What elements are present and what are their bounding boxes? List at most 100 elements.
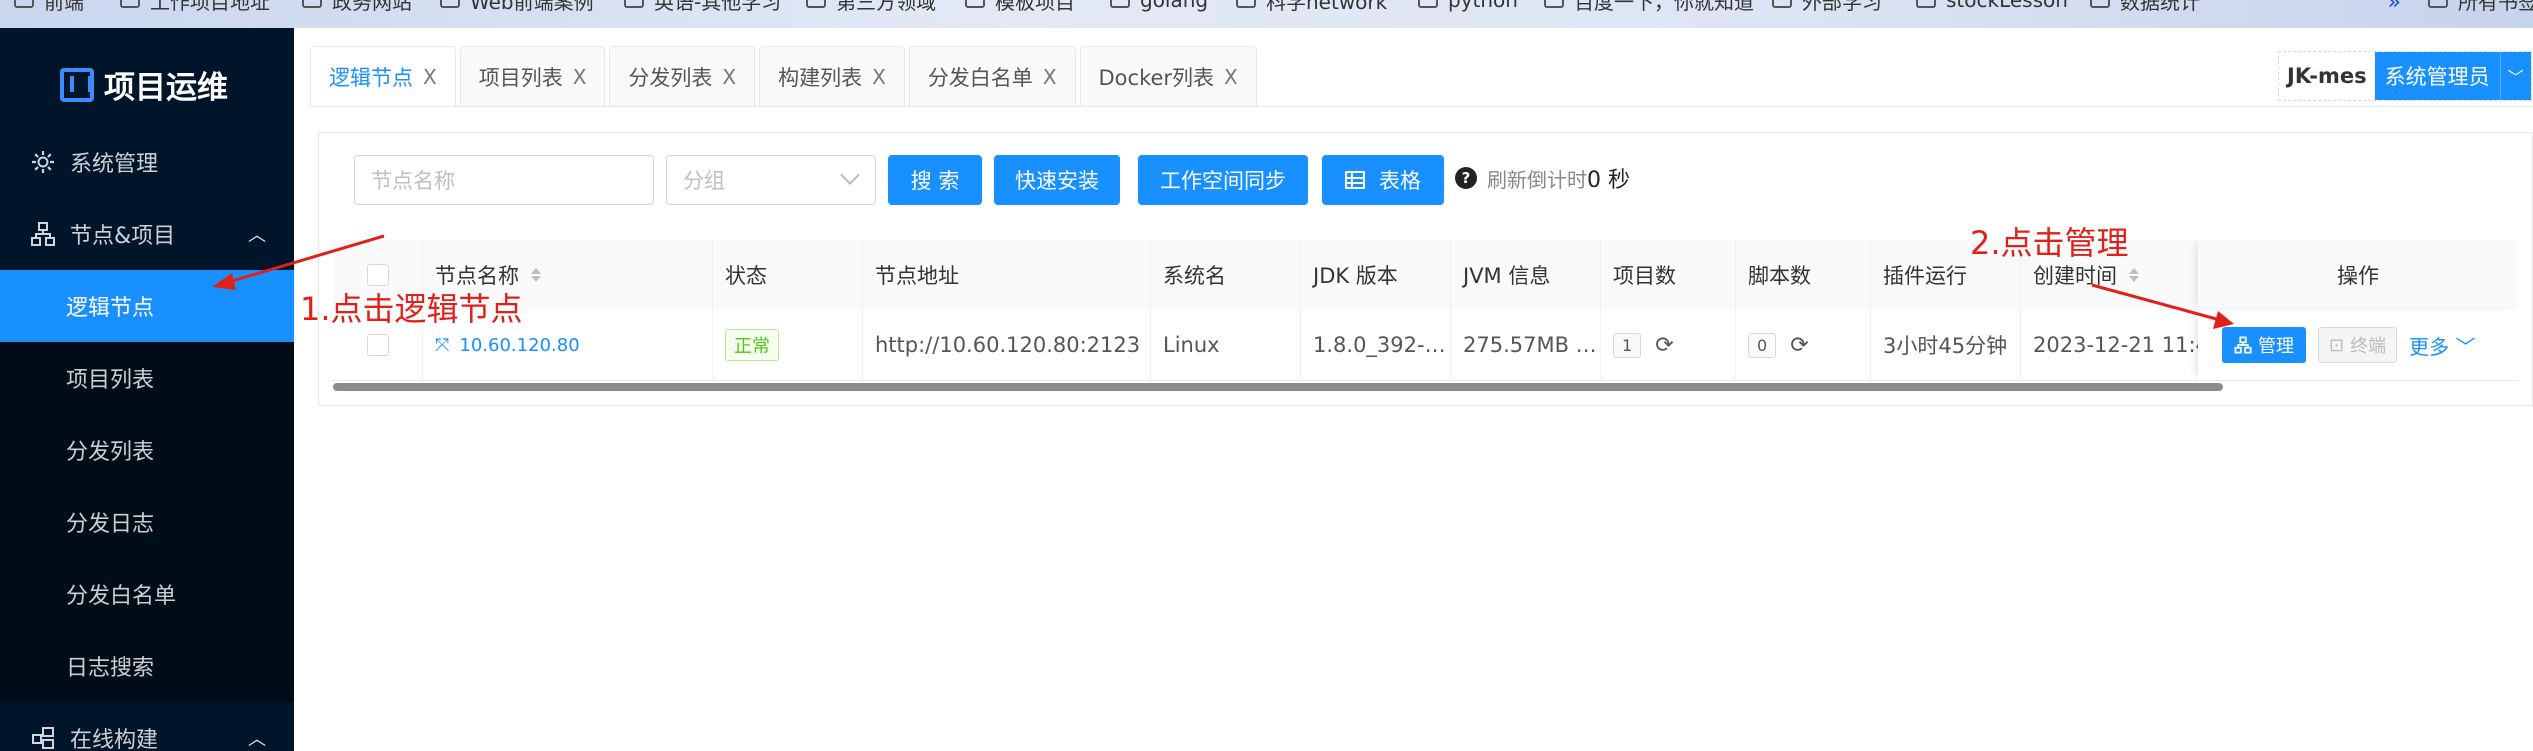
cell-projects: 1 ⟳	[1601, 310, 1736, 380]
sidebar-item-log-search[interactable]: 日志搜索	[0, 630, 294, 702]
bookmark-item[interactable]: 前端	[14, 0, 84, 14]
app-logo[interactable]: 项目运维	[60, 62, 228, 107]
group-select[interactable]: 分组	[666, 155, 876, 205]
refresh-value: 0 秒	[1587, 168, 1630, 193]
sidebar-item-dispatch-list[interactable]: 分发列表	[0, 414, 294, 486]
build-icon	[30, 725, 56, 751]
sidebar: 项目运维 系统管理 节点&项目 ︿ 逻辑节点 项目列表 分发列表 分发日志 分发…	[0, 28, 294, 751]
menu-label: 节点&项目	[70, 224, 176, 249]
header-jvm: JVM 信息	[1451, 240, 1601, 310]
folder-icon	[965, 0, 985, 8]
menu-nodes-projects[interactable]: 节点&项目 ︿	[0, 198, 294, 270]
close-icon[interactable]: X	[1224, 65, 1238, 89]
node-link[interactable]: ⤧ 10.60.120.80	[435, 335, 580, 356]
bookmark-item[interactable]: 外部学习	[1772, 0, 1882, 14]
sidebar-item-dispatch-whitelist[interactable]: 分发白名单	[0, 558, 294, 630]
close-icon[interactable]: X	[1043, 65, 1057, 89]
bookmark-item[interactable]: 科学network	[1236, 0, 1387, 14]
bookmark-item[interactable]: 英语-其他学习	[624, 0, 781, 14]
header-scripts: 脚本数	[1736, 240, 1871, 310]
menu-system-management[interactable]: 系统管理	[0, 126, 294, 198]
more-dropdown[interactable]: 更多 ﹀	[2409, 331, 2475, 360]
expand-icon: ⤧	[435, 334, 450, 356]
close-icon[interactable]: X	[573, 65, 587, 89]
user-menu[interactable]: JK-mes 系统管理员 ﹀	[2278, 51, 2532, 101]
header-address: 节点地址	[863, 240, 1151, 310]
tab-build-list[interactable]: 构建列表 X	[759, 46, 905, 106]
tab-logic-nodes[interactable]: 逻辑节点 X	[310, 46, 456, 106]
sidebar-item-project-list[interactable]: 项目列表	[0, 342, 294, 414]
status-badge: 正常	[725, 329, 779, 361]
question-icon[interactable]: ?	[1455, 167, 1477, 189]
quick-install-button[interactable]: 快速安装	[994, 155, 1120, 205]
bookmarks-bar: 前端 工作项目地址 政务网站 Web前端案例 英语-其他学习 第三方领域 模板项…	[0, 0, 2533, 28]
script-count[interactable]: 0	[1748, 332, 1777, 358]
cell-address: http://10.60.120.80:2123	[863, 310, 1151, 380]
bookmark-item[interactable]: 所有书签	[2428, 0, 2533, 14]
manage-button[interactable]: 管理	[2222, 327, 2306, 363]
tab-dispatch-list[interactable]: 分发列表 X	[609, 46, 756, 106]
table-view-label: 表格	[1379, 169, 1421, 193]
bookmark-item[interactable]: 政务网站	[302, 0, 412, 14]
sync-icon[interactable]: ⟳	[1655, 333, 1673, 358]
sync-icon[interactable]: ⟳	[1790, 333, 1808, 358]
folder-icon	[1418, 0, 1438, 8]
menu-label: 系统管理	[70, 152, 159, 177]
folder-icon	[2428, 0, 2448, 8]
folder-icon	[806, 0, 826, 8]
gear-icon	[30, 149, 56, 175]
table-icon	[1345, 171, 1365, 189]
chevron-up-icon: ︿	[248, 225, 266, 246]
sidebar-item-logic-nodes[interactable]: 逻辑节点	[0, 270, 294, 342]
cell-status: 正常	[713, 310, 863, 380]
cell-scripts: 0 ⟳	[1736, 310, 1871, 380]
cell-os: Linux	[1151, 310, 1301, 380]
row-checkbox[interactable]	[366, 334, 389, 356]
bookmark-item[interactable]: golang	[1110, 0, 1208, 14]
tab-divider	[310, 106, 2533, 107]
close-icon[interactable]: X	[722, 65, 736, 89]
folder-icon	[120, 0, 140, 8]
sidebar-item-dispatch-log[interactable]: 分发日志	[0, 486, 294, 558]
workspace-name: JK-mes	[2287, 64, 2367, 88]
bookmark-item[interactable]: 工作项目地址	[120, 0, 270, 14]
tab-dispatch-whitelist[interactable]: 分发白名单 X	[908, 46, 1076, 106]
group-select-placeholder: 分组	[683, 169, 725, 193]
search-button[interactable]: 搜 索	[888, 155, 982, 205]
table-view-button[interactable]: 表格	[1322, 155, 1444, 205]
workspace-sync-button[interactable]: 工作空间同步	[1138, 155, 1308, 205]
cell-plugin-uptime: 3小时45分钟	[1871, 310, 2021, 380]
bookmark-item[interactable]: stockLesson	[1916, 0, 2068, 14]
menu-online-build[interactable]: 在线构建 ︿	[0, 702, 294, 751]
project-count[interactable]: 1	[1613, 332, 1642, 358]
annotation-step-2: 2.点击管理	[1970, 224, 2129, 262]
close-icon[interactable]: X	[423, 65, 437, 89]
terminal-icon: ⊡	[2329, 334, 2345, 356]
select-all-checkbox[interactable]	[366, 264, 389, 286]
refresh-countdown: ? 刷新倒计时 0 秒	[1455, 162, 1630, 194]
sort-icon[interactable]	[2129, 268, 2139, 282]
tab-project-list[interactable]: 项目列表 X	[459, 46, 606, 106]
table-row: ⤧ 10.60.120.80 正常 http://10.60.120.80:212…	[333, 310, 2518, 381]
bookmarks-overflow-icon[interactable]: »	[2388, 0, 2401, 15]
bookmark-item[interactable]: 第三方领域	[806, 0, 936, 14]
chevron-down-icon[interactable]: ﹀	[2499, 52, 2531, 100]
folder-icon	[1916, 0, 1936, 8]
cell-jdk: 1.8.0_392-…	[1301, 310, 1451, 380]
folder-icon	[1772, 0, 1792, 8]
bookmark-item[interactable]: 百度一下，你就知道	[1544, 0, 1754, 14]
close-icon[interactable]: X	[872, 65, 886, 89]
bookmark-item[interactable]: python	[1418, 0, 1518, 14]
bookmark-item[interactable]: Web前端案例	[440, 0, 594, 14]
node-name-input[interactable]: 节点名称	[354, 155, 654, 205]
sort-icon[interactable]	[531, 268, 541, 282]
header-status: 状态	[713, 240, 863, 310]
header-projects: 项目数	[1601, 240, 1736, 310]
bookmark-item[interactable]: 数据统计	[2090, 0, 2200, 14]
user-role-button[interactable]: 系统管理员	[2374, 52, 2500, 100]
tab-docker-list[interactable]: Docker列表 X	[1079, 46, 1257, 106]
horizontal-scrollbar[interactable]	[333, 383, 2223, 391]
bookmark-item[interactable]: 模板项目	[965, 0, 1075, 14]
terminal-button[interactable]: ⊡ 终端	[2318, 327, 2398, 363]
logo-icon	[60, 67, 94, 102]
